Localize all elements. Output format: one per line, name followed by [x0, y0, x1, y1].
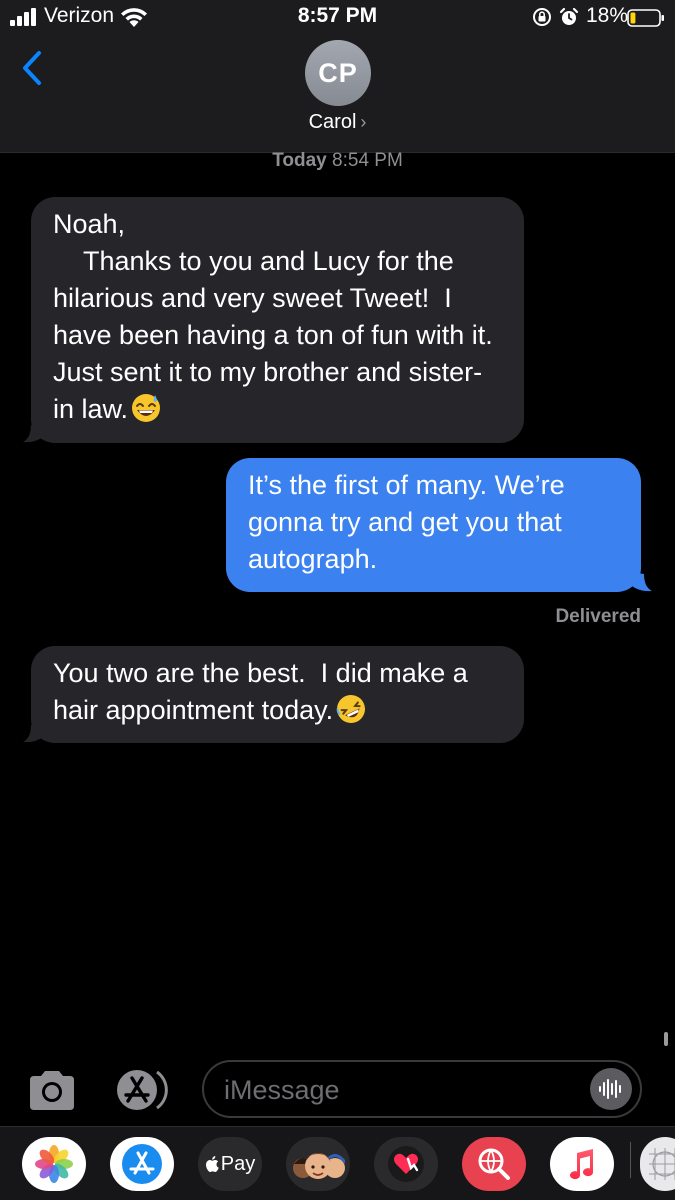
- imessage-field[interactable]: [202, 1060, 642, 1118]
- avatar-initials: CP: [318, 57, 358, 88]
- audio-record-button[interactable]: [590, 1068, 632, 1110]
- contact-name-button[interactable]: Carol ›: [0, 111, 675, 134]
- back-button[interactable]: [14, 46, 50, 90]
- photos-icon: [35, 1145, 73, 1183]
- conversation-header: Verizon 8:57 PM 18% CP Carol ›: [0, 0, 675, 153]
- more-apps-icon: [649, 1148, 675, 1180]
- message-bubble-incoming[interactable]: You two are the best. I did make a hair …: [31, 646, 524, 743]
- digital-touch-app-button[interactable]: [374, 1137, 438, 1191]
- music-app-button[interactable]: [550, 1137, 614, 1191]
- app-store-icon[interactable]: [113, 1066, 175, 1114]
- message-input[interactable]: [222, 1070, 586, 1110]
- battery-icon: [627, 9, 664, 27]
- more-apps-button[interactable]: [640, 1137, 675, 1191]
- audio-waveform-icon: [599, 1079, 621, 1099]
- apple-pay-label: Pay: [220, 1152, 256, 1175]
- images-search-app-button[interactable]: [462, 1137, 526, 1191]
- timestamp-day: Today: [272, 150, 327, 171]
- delivered-status: Delivered: [555, 606, 641, 627]
- scroll-indicator[interactable]: [664, 1032, 668, 1046]
- app-store-app-button[interactable]: [110, 1137, 174, 1191]
- apple-pay-app-button[interactable]: Pay: [198, 1137, 262, 1191]
- alarm-icon: [559, 7, 579, 25]
- status-bar: Verizon 8:57 PM 18%: [0, 0, 675, 36]
- digital-touch-icon: [388, 1146, 424, 1182]
- web-search-icon: [478, 1148, 510, 1180]
- rolling-laughing-emoji: [336, 695, 366, 723]
- message-text: Noah, Thanks to you and Lucy for the hil…: [53, 209, 493, 424]
- apple-pay-icon: [205, 1156, 219, 1172]
- contact-name: Carol: [308, 111, 357, 133]
- memoji-icon: [293, 1153, 345, 1179]
- timestamp-time: 8:54 PM: [332, 150, 403, 171]
- message-bubble-outgoing[interactable]: It’s the first of many. We’re gonna try …: [226, 458, 641, 592]
- conversation-timestamp: Today 8:54 PM: [0, 150, 675, 172]
- app-drawer-divider: [630, 1142, 631, 1178]
- memoji-app-button[interactable]: [286, 1137, 350, 1191]
- camera-icon[interactable]: [26, 1066, 78, 1114]
- battery-percent: 18%: [586, 4, 629, 27]
- app-drawer: Pay: [0, 1126, 675, 1200]
- music-icon: [570, 1149, 594, 1180]
- message-text: You two are the best. I did make a hair …: [53, 658, 476, 725]
- grinning-sweat-emoji: [132, 394, 161, 422]
- message-text: It’s the first of many. We’re gonna try …: [248, 470, 573, 574]
- photos-app-button[interactable]: [22, 1137, 86, 1191]
- message-bubble-incoming[interactable]: Noah, Thanks to you and Lucy for the hil…: [31, 197, 524, 443]
- rotation-lock-icon: [533, 8, 551, 26]
- chevron-right-icon: ›: [360, 112, 367, 132]
- contact-avatar[interactable]: CP: [305, 40, 371, 106]
- app-store-icon: [122, 1144, 162, 1184]
- chevron-left-icon: [23, 51, 41, 85]
